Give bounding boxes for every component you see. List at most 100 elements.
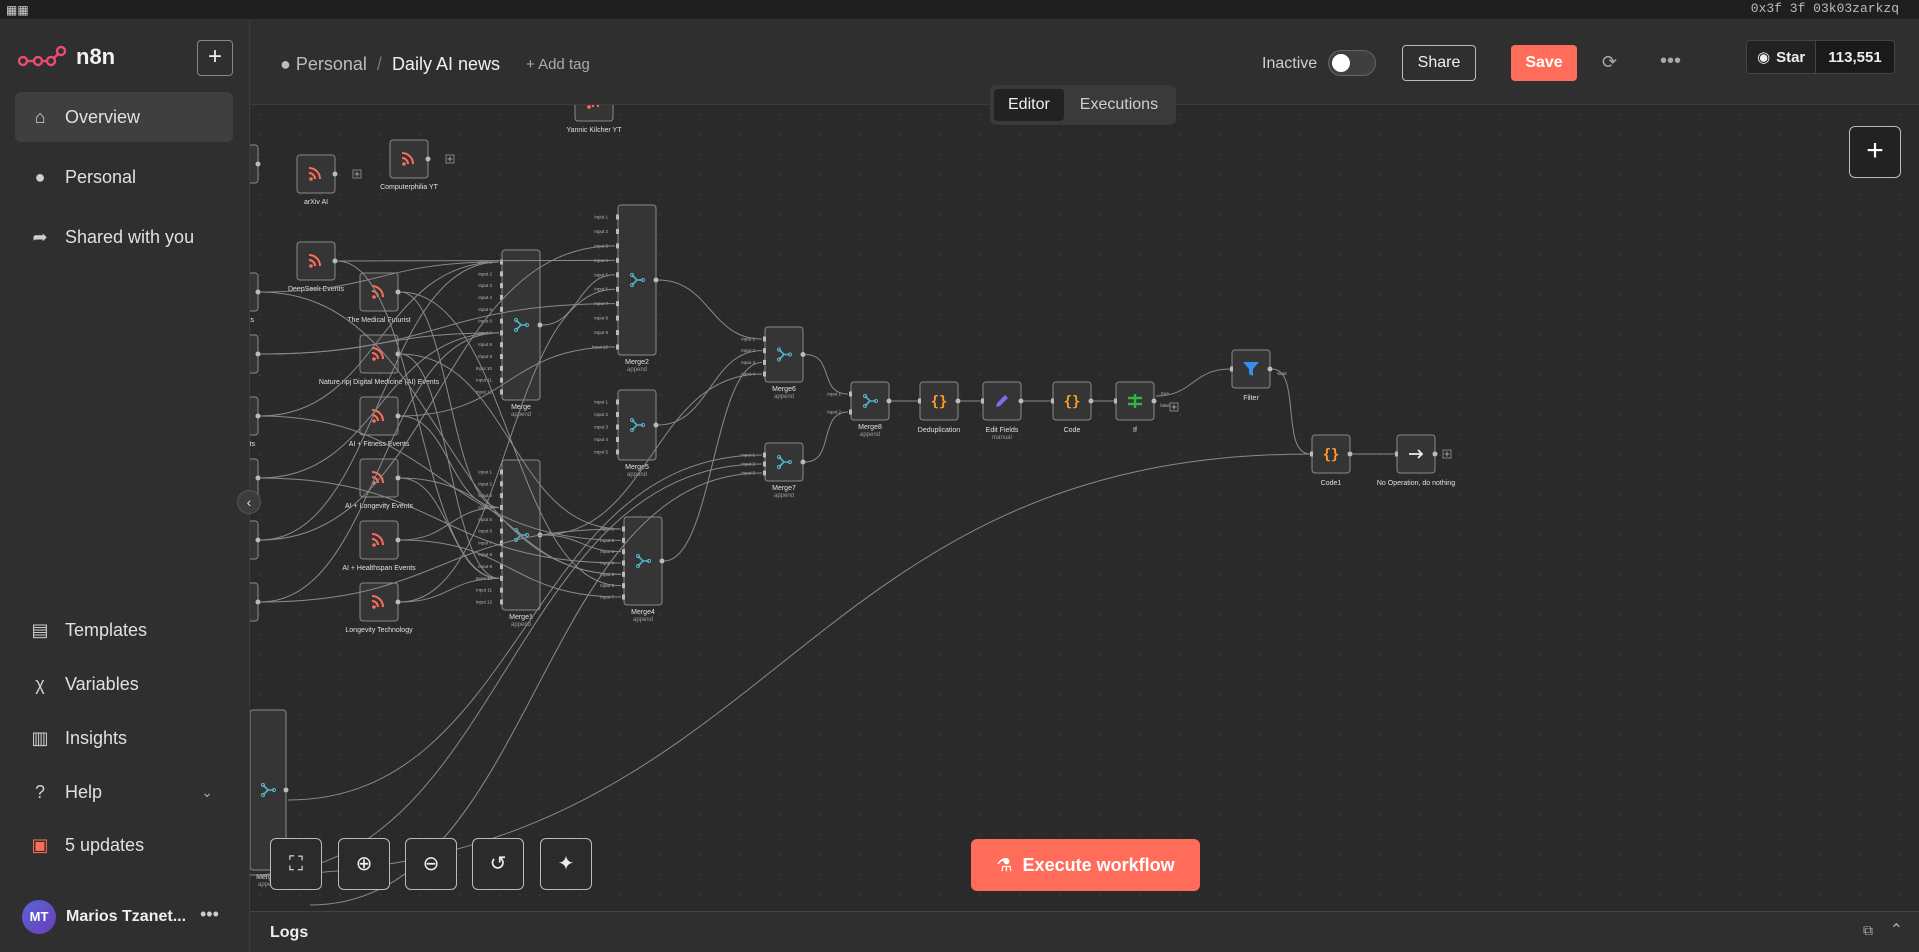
input-label: Input 7 [478,540,492,545]
node-label: Filter [1243,395,1259,402]
sidebar-item-updates[interactable]: ▣ 5 updates [15,820,233,870]
rss-node[interactable] [250,272,261,312]
tab-editor[interactable]: Editor [994,89,1064,121]
logs-panel[interactable]: Logs ⧉ ⌃ [250,911,1919,952]
flask-icon: ⚗ [996,854,1013,875]
fit-view-button[interactable]: ⛶ [270,838,322,890]
code1-node-icon: {} [1323,447,1340,463]
rss-node[interactable] [250,520,261,560]
input-label: Input 12 [476,600,493,605]
user-menu[interactable]: MT Marios Tzanet... [22,900,186,934]
edit-fields-node[interactable] [981,381,1024,421]
code-node-icon: {} [1064,394,1081,410]
deduplication-node[interactable]: {} [918,381,961,421]
merge2-node[interactable] [616,204,659,356]
home-icon: ⌂ [34,106,46,127]
connection [259,415,622,541]
share-button[interactable]: Share [1402,45,1476,81]
reset-zoom-button[interactable]: ↺ [472,838,524,890]
no-operation-node[interactable] [1395,434,1438,474]
active-toggle[interactable] [1328,50,1376,76]
add-node-button[interactable]: + [1849,126,1901,178]
zoom-in-button[interactable]: ⊕ [338,838,390,890]
filter-node[interactable] [1230,349,1273,389]
window-strip: ▦▦ 0x3f 3f 03k03zarkzq [0,0,1919,20]
node-sublabel: append [511,412,531,418]
apps-grid-icon[interactable]: ▦▦ [6,3,29,17]
workflow-graph: Input 1 Input 2 Input 3 Input 4 Input 5 Input… [250,105,1455,906]
rss-node[interactable] [359,582,401,622]
share-icon: ➦ [32,226,48,247]
rss-node[interactable] [389,139,431,179]
deduplication-node-icon: {} [931,394,948,410]
brand[interactable]: n8n [18,44,115,70]
rss-node[interactable] [359,396,401,436]
add-tag-button[interactable]: + Add tag [526,56,590,73]
sidebar-item-insights[interactable]: ▥ Insights [15,713,233,763]
tab-executions[interactable]: Executions [1066,89,1172,121]
popout-icon[interactable]: ⧉ [1863,922,1873,939]
sidebar-item-label: 5 updates [65,834,145,855]
merge7-node[interactable] [763,442,806,482]
rss-node[interactable] [250,334,261,374]
execute-workflow-button[interactable]: ⚗ Execute workflow [971,839,1200,891]
more-options-icon[interactable]: ••• [1660,50,1681,73]
workflow-canvas[interactable]: Input 1 Input 2 Input 3 Input 4 Input 5 Input… [250,105,1919,911]
code1-node[interactable]: {} [1310,434,1353,474]
history-icon[interactable]: ⟳ [1602,52,1617,73]
user-options-icon[interactable]: ••• [200,904,219,925]
node-label: arXiv AI [304,199,328,206]
sidebar-item-templates[interactable]: ▤ Templates [15,605,233,655]
user-icon: ● [34,166,46,187]
rss-node[interactable] [250,396,261,436]
github-star-widget[interactable]: ◉ Star 113,551 [1746,40,1895,74]
add-connection-handle[interactable] [1442,449,1452,459]
logs-label: Logs [270,924,309,941]
rss-node[interactable] [250,144,261,184]
svg-text:{}: {} [1323,447,1340,463]
create-button[interactable]: + [197,40,233,76]
merge4-node[interactable] [622,516,665,606]
input-label: Input 3 [478,283,492,288]
node-label: Merge7 [772,485,796,492]
sidebar-item-shared[interactable]: ➦ Shared with you [15,212,233,262]
input-label: Input 5 [478,307,492,312]
zoom-out-button[interactable]: ⊖ [405,838,457,890]
sidebar-item-help[interactable]: ? Help ⌄ [15,767,233,817]
tidy-up-button[interactable]: ✦ [540,838,592,890]
input-label: Input 6 [478,529,492,534]
rss-node[interactable] [296,241,338,281]
merge-node[interactable] [500,249,543,401]
if-node[interactable] [1114,381,1157,421]
node-label: AI + Fitness Events [349,441,410,448]
breadcrumb-separator: / [376,54,382,74]
connection [657,279,763,340]
sidebar-item-overview[interactable]: ⌂ Overview [15,92,233,142]
merge8-node[interactable] [849,381,892,421]
merge5-node[interactable] [616,389,659,461]
connection [804,354,849,395]
workflow-title[interactable]: Daily AI news [392,54,500,75]
add-connection-handle[interactable] [1169,402,1179,412]
github-star-button[interactable]: ◉ Star [1747,41,1816,73]
node-label: Merge1 [509,614,533,621]
add-connection-handle[interactable] [352,169,362,179]
rss-node[interactable] [359,272,401,312]
input-label: Input 9 [594,330,608,335]
collapse-sidebar-button[interactable]: ‹ [237,490,261,514]
sidebar-item-variables[interactable]: χ Variables [15,659,233,709]
code-node[interactable]: {} [1051,381,1094,421]
merge6-node[interactable] [763,326,806,383]
project-link[interactable]: ● Personal [280,54,367,75]
rss-node[interactable] [296,154,338,194]
sidebar-item-personal[interactable]: ● Personal [15,152,233,202]
chevron-up-icon[interactable]: ⌃ [1890,920,1903,940]
rss-node[interactable] [574,105,616,122]
add-connection-handle[interactable] [445,154,455,164]
save-button[interactable]: Save [1511,45,1577,81]
input-label: Input 8 [478,342,492,347]
rss-node[interactable] [359,520,401,560]
connection [259,477,622,564]
connection [399,291,500,508]
rss-node[interactable] [250,582,261,622]
